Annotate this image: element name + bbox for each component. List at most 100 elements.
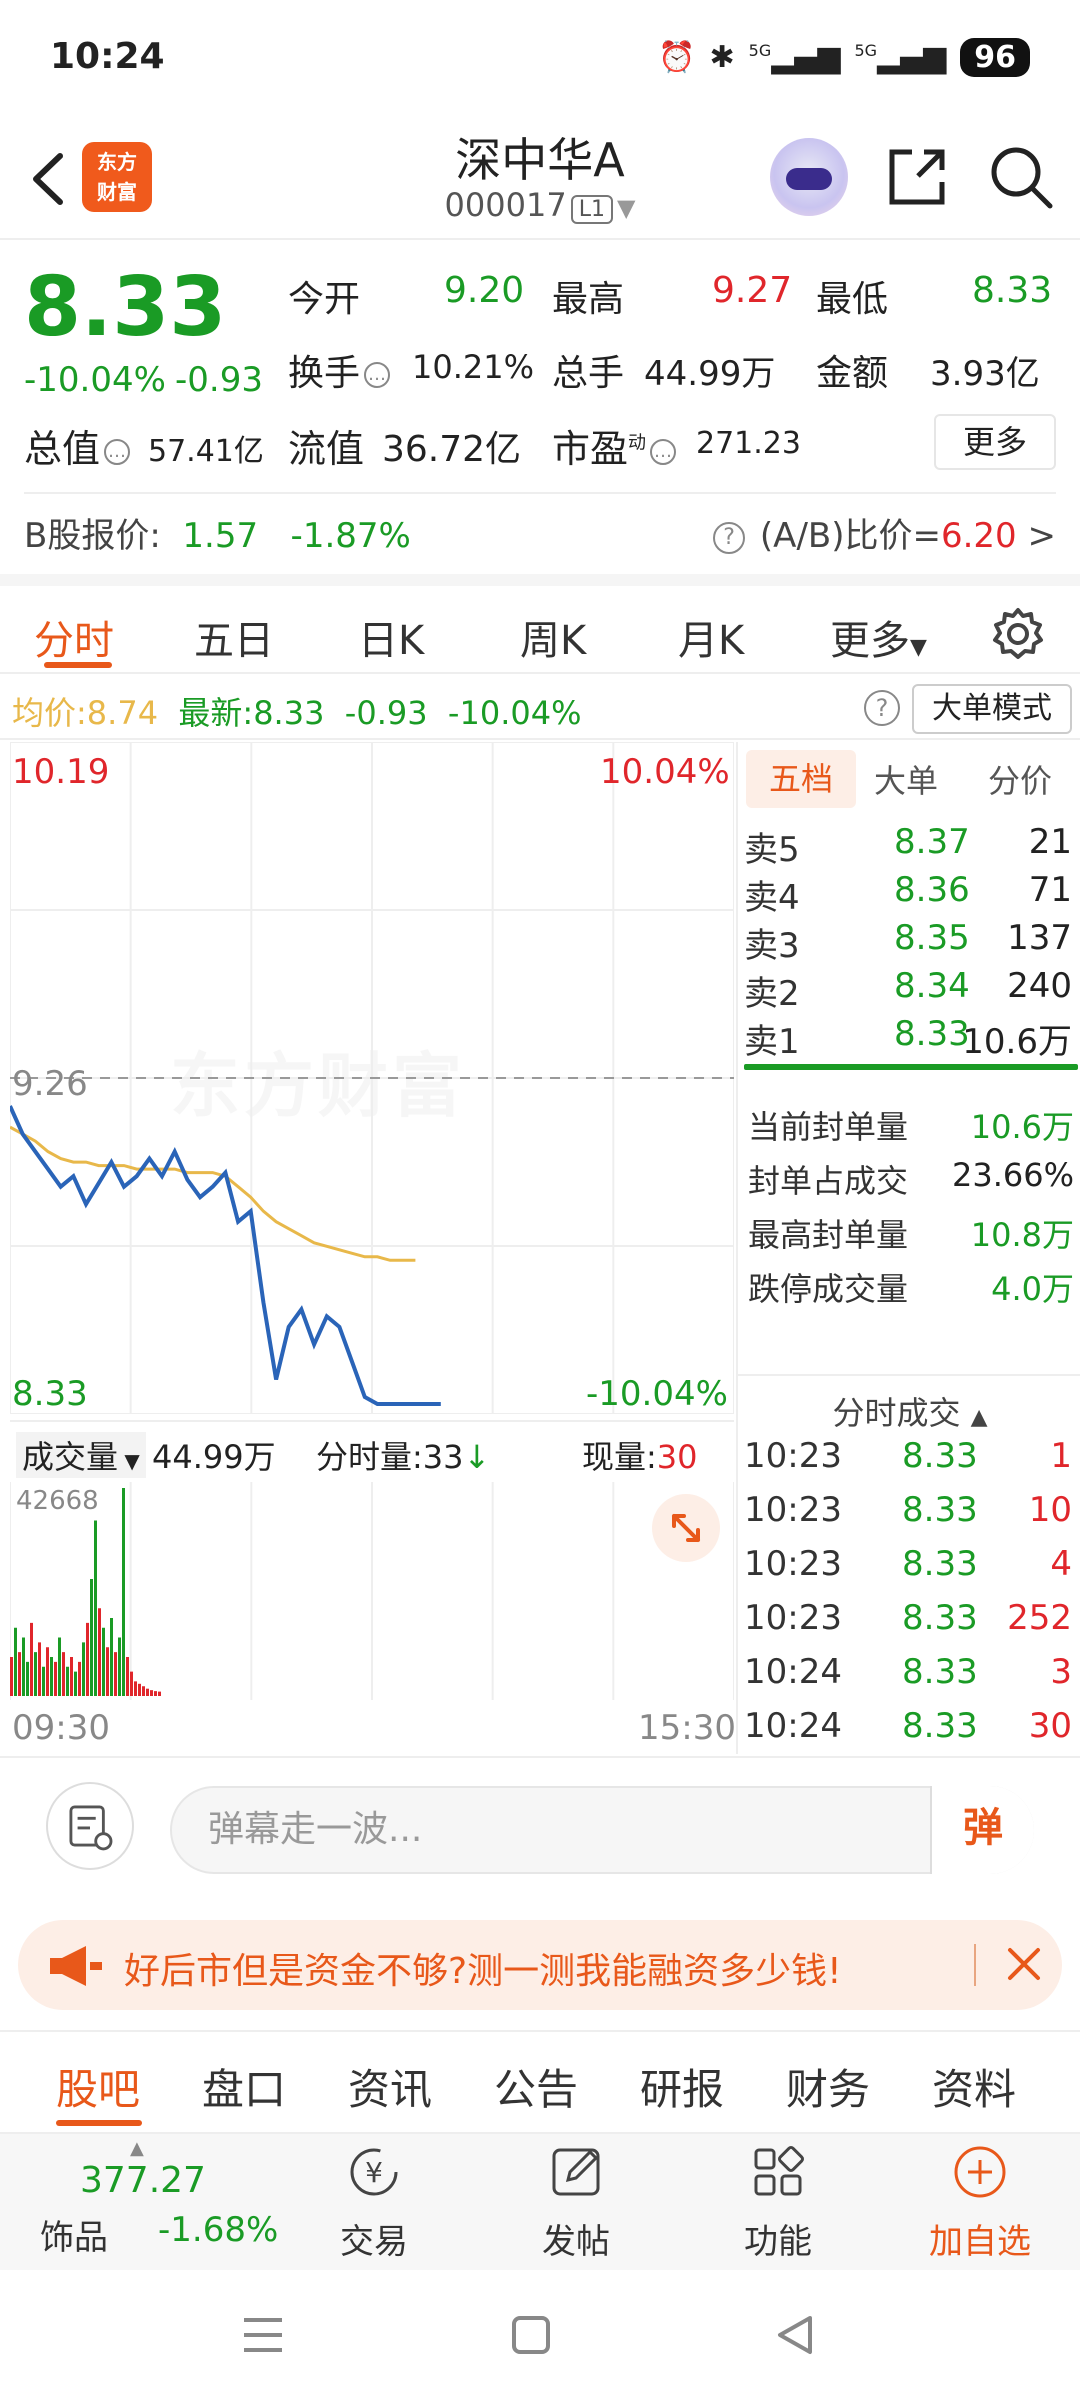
back-nav-icon[interactable] — [770, 2310, 820, 2360]
volume-bar — [138, 1683, 141, 1696]
volume-max-label: 42668 — [16, 1486, 99, 1516]
volume-bar — [42, 1666, 45, 1696]
order-book-divider — [744, 1064, 1078, 1070]
tab-intraday[interactable]: 分时 — [34, 608, 114, 666]
tab-handicap[interactable]: 盘口 — [202, 2056, 286, 2117]
sector-index-name: 饰品 — [40, 2218, 108, 2258]
menu-icon[interactable] — [238, 2312, 288, 2358]
ask-row-2: 卖2 8.34 240 — [744, 966, 1072, 1014]
ad-banner[interactable]: 好后市但是资金不够?测一测我能融资多少钱! — [18, 1920, 1062, 2010]
battery-icon: 96 — [960, 38, 1030, 77]
volume-bar — [10, 1657, 13, 1696]
app-logo: 东方 财富 — [82, 142, 152, 212]
tab-underline — [44, 662, 112, 668]
tab-more[interactable]: 更多▼ — [830, 608, 927, 666]
volume-bar — [102, 1627, 105, 1696]
tick-row: 10:23 8.33 1 — [744, 1436, 1072, 1476]
info-icon: … — [104, 438, 131, 465]
trade-button[interactable]: ¥ 交易 — [304, 2142, 444, 2263]
volume-indicator-select[interactable]: 成交量 ▼ — [16, 1432, 146, 1478]
volume-bar — [66, 1666, 69, 1696]
tab-big-orders[interactable]: 大单 — [874, 756, 938, 802]
tab-finance[interactable]: 财务 — [786, 2056, 870, 2117]
price-line — [10, 1105, 441, 1406]
ai-assistant-icon[interactable] — [770, 138, 848, 216]
search-icon[interactable] — [986, 142, 1056, 212]
info-icon: … — [364, 362, 391, 388]
open-label: 今开 — [288, 279, 361, 320]
functions-button[interactable]: 功能 — [708, 2142, 848, 2263]
share-icon[interactable] — [882, 142, 952, 212]
float-value: 36.72亿 — [382, 429, 522, 470]
tick-row: 10:23 8.33 4 — [744, 1544, 1072, 1584]
tick-row: 10:23 8.33 252 — [744, 1598, 1072, 1638]
quote-panel: 8.33 -10.04% -0.93 今开 9.20 最高 9.27 最低 8.… — [0, 242, 1080, 572]
chevron-down-icon: ▼ — [118, 1449, 140, 1473]
tab-price-dist[interactable]: 分价 — [988, 756, 1052, 802]
signal-icon-2: 5G▂▄▆ — [854, 40, 947, 75]
tab-underline — [56, 2120, 142, 2126]
order-book-tabs: 五档 大单 分价 — [738, 748, 1080, 808]
volume-bar — [130, 1671, 133, 1696]
open-value: 9.20 — [444, 270, 525, 311]
info-icon: … — [650, 438, 677, 465]
volume-bar — [150, 1690, 153, 1696]
back-icon[interactable] — [22, 144, 82, 214]
ad-text: 好后市但是资金不够?测一测我能融资多少钱! — [124, 1951, 842, 1992]
volume-bar — [70, 1657, 73, 1696]
home-icon[interactable] — [506, 2310, 556, 2360]
comment-settings-icon[interactable] — [46, 1782, 134, 1870]
post-button[interactable]: 发帖 — [506, 2142, 646, 2263]
close-icon[interactable] — [996, 1936, 1052, 1992]
amount-value: 3.93亿 — [930, 354, 1040, 394]
help-icon[interactable]: ? — [864, 690, 900, 726]
tab-weekly-k[interactable]: 周K — [520, 608, 586, 666]
tab-profile[interactable]: 资料 — [932, 2056, 1016, 2117]
volume-label: 总手 — [552, 353, 625, 394]
signal-icon: 5G▂▄▆ — [748, 40, 841, 75]
tab-daily-k[interactable]: 日K — [358, 608, 424, 666]
volume-bar — [38, 1642, 41, 1696]
tab-news[interactable]: 资讯 — [348, 2056, 432, 2117]
ab-ratio[interactable]: ? (A/B)比价=6.20 > — [709, 508, 1056, 557]
intraday-chart[interactable] — [10, 742, 734, 1414]
volume-bar — [146, 1688, 149, 1696]
volume-bar — [98, 1608, 101, 1696]
trade-icon: ¥ — [350, 2148, 398, 2196]
danmu-input[interactable]: 弹幕走一波... — [170, 1786, 1034, 1874]
tab-research[interactable]: 研报 — [640, 2056, 724, 2117]
volume-bar — [118, 1637, 121, 1696]
alarm-icon: ⏰ — [658, 40, 696, 75]
order-book-panel: 五档 大单 分价 卖5 8.37 21 卖4 8.36 71 卖3 8.35 137 卖2 8… — [736, 742, 1080, 1754]
time-start-label: 09:30 — [12, 1708, 110, 1748]
volume-bar — [78, 1661, 81, 1696]
tab-forum[interactable]: 股吧 — [56, 2056, 140, 2117]
level-tag: L1 — [570, 195, 613, 224]
tab-5day[interactable]: 五日 — [194, 608, 274, 666]
header: 东方 财富 深中华A 000017 L1 ▼ — [0, 120, 1080, 240]
big-order-mode-button[interactable]: 大单模式 — [912, 684, 1072, 734]
expand-icon[interactable] — [652, 1494, 720, 1562]
b-share-quote: B股报价: 1.57 -1.87% — [24, 516, 411, 556]
volume-bar — [134, 1681, 137, 1696]
volume-bar — [82, 1642, 85, 1696]
add-watchlist-button[interactable]: 加自选 — [910, 2142, 1050, 2263]
tab-announcement[interactable]: 公告 — [494, 2056, 578, 2117]
volume-bar — [114, 1652, 117, 1696]
danmu-toggle-button[interactable]: 弹 — [930, 1786, 1034, 1874]
tab-monthly-k[interactable]: 月K — [678, 608, 744, 666]
volume-bar — [86, 1622, 89, 1696]
bluetooth-icon: ✱ — [709, 40, 735, 75]
tab-five-levels[interactable]: 五档 — [746, 750, 856, 808]
low-label: 最低 — [816, 279, 889, 320]
low-value: 8.33 — [972, 270, 1053, 311]
stock-code[interactable]: 000017 L1 ▼ — [340, 186, 740, 224]
volume-bars — [10, 1488, 161, 1696]
stock-name: 深中华A — [455, 133, 625, 187]
ticks-header[interactable]: 分时成交 ▲ — [738, 1374, 1080, 1434]
volume-bar — [142, 1686, 145, 1696]
more-button[interactable]: 更多 — [934, 414, 1056, 470]
gear-icon[interactable] — [990, 606, 1046, 662]
volume-chart — [10, 1482, 734, 1700]
status-time: 10:24 — [50, 36, 165, 77]
